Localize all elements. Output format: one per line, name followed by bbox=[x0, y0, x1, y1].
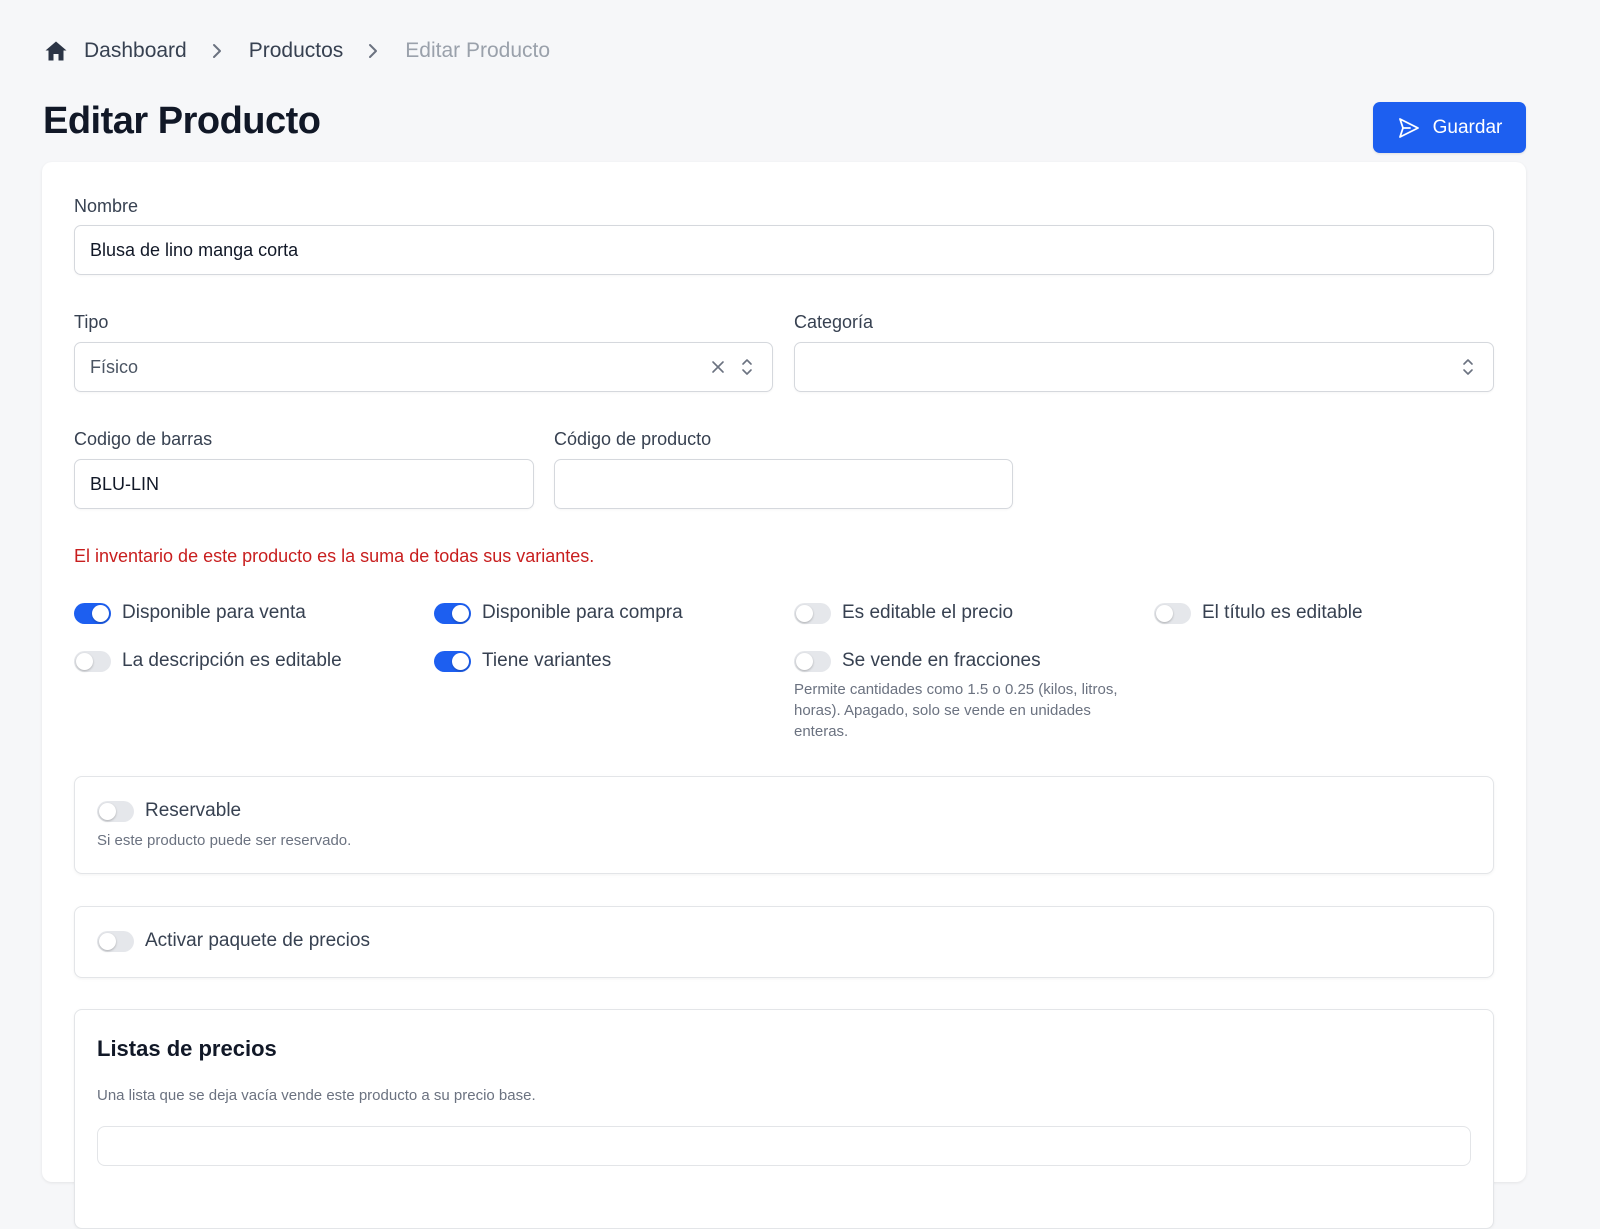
chevron-right-icon bbox=[211, 42, 225, 60]
toggle-descripcion-editable[interactable]: La descripción es editable bbox=[74, 650, 342, 672]
toggle-label: Se vende en fracciones bbox=[842, 650, 1041, 671]
reservable-card: Reservable Si este producto puede ser re… bbox=[74, 776, 1494, 874]
fracciones-help: Permite cantidades como 1.5 o 0.25 (kilo… bbox=[794, 681, 1118, 740]
send-icon bbox=[1397, 116, 1421, 140]
chevron-up-down-icon bbox=[740, 357, 754, 377]
toggle-tiene-variantes[interactable]: Tiene variantes bbox=[434, 650, 611, 672]
toggle-reservable[interactable]: Reservable bbox=[97, 800, 241, 822]
toggle-label: Activar paquete de precios bbox=[145, 930, 370, 951]
chevron-right-icon bbox=[367, 42, 381, 60]
toggle-editable-precio[interactable]: Es editable el precio bbox=[794, 602, 1013, 624]
breadcrumb: Dashboard Productos Editar Producto bbox=[44, 36, 550, 66]
price-list-table bbox=[97, 1126, 1471, 1166]
toggle-switch[interactable] bbox=[97, 930, 134, 952]
save-button-label: Guardar bbox=[1432, 116, 1503, 138]
toggle-titulo-editable[interactable]: El título es editable bbox=[1154, 602, 1363, 624]
toggle-price-package[interactable]: Activar paquete de precios bbox=[97, 930, 370, 952]
toggle-switch[interactable] bbox=[434, 650, 471, 672]
tipo-select[interactable]: Físico bbox=[74, 342, 773, 392]
toggle-switch[interactable] bbox=[74, 650, 111, 672]
codigo-barras-input[interactable]: BLU-LIN bbox=[74, 459, 534, 509]
toggle-switch[interactable] bbox=[794, 602, 831, 624]
home-icon[interactable] bbox=[44, 39, 68, 63]
reservable-help: Si este producto puede ser reservado. bbox=[97, 832, 352, 849]
breadcrumb-dashboard[interactable]: Dashboard bbox=[84, 39, 187, 63]
toggle-switch[interactable] bbox=[794, 650, 831, 672]
toggle-fracciones[interactable]: Se vende en fracciones bbox=[794, 650, 1041, 672]
clear-icon[interactable] bbox=[710, 359, 726, 375]
toggle-label: El título es editable bbox=[1202, 602, 1363, 623]
breadcrumb-productos[interactable]: Productos bbox=[249, 39, 344, 63]
toggle-label: Disponible para venta bbox=[122, 602, 306, 623]
toggle-switch[interactable] bbox=[1154, 602, 1191, 624]
price-package-card: Activar paquete de precios bbox=[74, 906, 1494, 978]
codigo-producto-input[interactable] bbox=[554, 459, 1013, 509]
breadcrumb-current: Editar Producto bbox=[405, 39, 551, 62]
toggle-label: La descripción es editable bbox=[122, 650, 342, 671]
toggle-label: Tiene variantes bbox=[482, 650, 612, 671]
codigo-barras-value: BLU-LIN bbox=[90, 473, 160, 494]
price-lists-help: Una lista que se deja vacía vende este p… bbox=[97, 1087, 536, 1104]
toggle-switch[interactable] bbox=[434, 602, 471, 624]
codigo-barras-label: Codigo de barras bbox=[74, 429, 213, 449]
categoria-select[interactable] bbox=[794, 342, 1494, 392]
toggle-disponible-venta[interactable]: Disponible para venta bbox=[74, 602, 306, 624]
page-title: Editar Producto bbox=[43, 100, 321, 142]
categoria-label: Categoría bbox=[794, 312, 874, 332]
toggle-switch[interactable] bbox=[97, 800, 134, 822]
price-lists-card: Listas de precios Una lista que se deja … bbox=[74, 1009, 1494, 1229]
nombre-value: Blusa de lino manga corta bbox=[90, 239, 299, 260]
toggle-label: Es editable el precio bbox=[842, 602, 1014, 623]
tipo-label: Tipo bbox=[74, 312, 109, 332]
chevron-up-down-icon bbox=[1461, 357, 1475, 377]
toggle-switch[interactable] bbox=[74, 602, 111, 624]
toggle-disponible-compra[interactable]: Disponible para compra bbox=[434, 602, 683, 624]
nombre-label: Nombre bbox=[74, 196, 139, 216]
toggle-label: Disponible para compra bbox=[482, 602, 683, 623]
tipo-value: Físico bbox=[90, 356, 139, 377]
nombre-input[interactable]: Blusa de lino manga corta bbox=[74, 225, 1494, 275]
save-button[interactable]: Guardar bbox=[1373, 102, 1526, 153]
product-form-card: Nombre Blusa de lino manga corta Tipo Fí… bbox=[42, 162, 1526, 1229]
codigo-producto-label: Código de producto bbox=[554, 429, 712, 449]
toggle-label: Reservable bbox=[145, 800, 242, 821]
price-lists-title: Listas de precios bbox=[97, 1036, 277, 1061]
inventory-warning: El inventario de este producto es la sum… bbox=[74, 546, 595, 566]
